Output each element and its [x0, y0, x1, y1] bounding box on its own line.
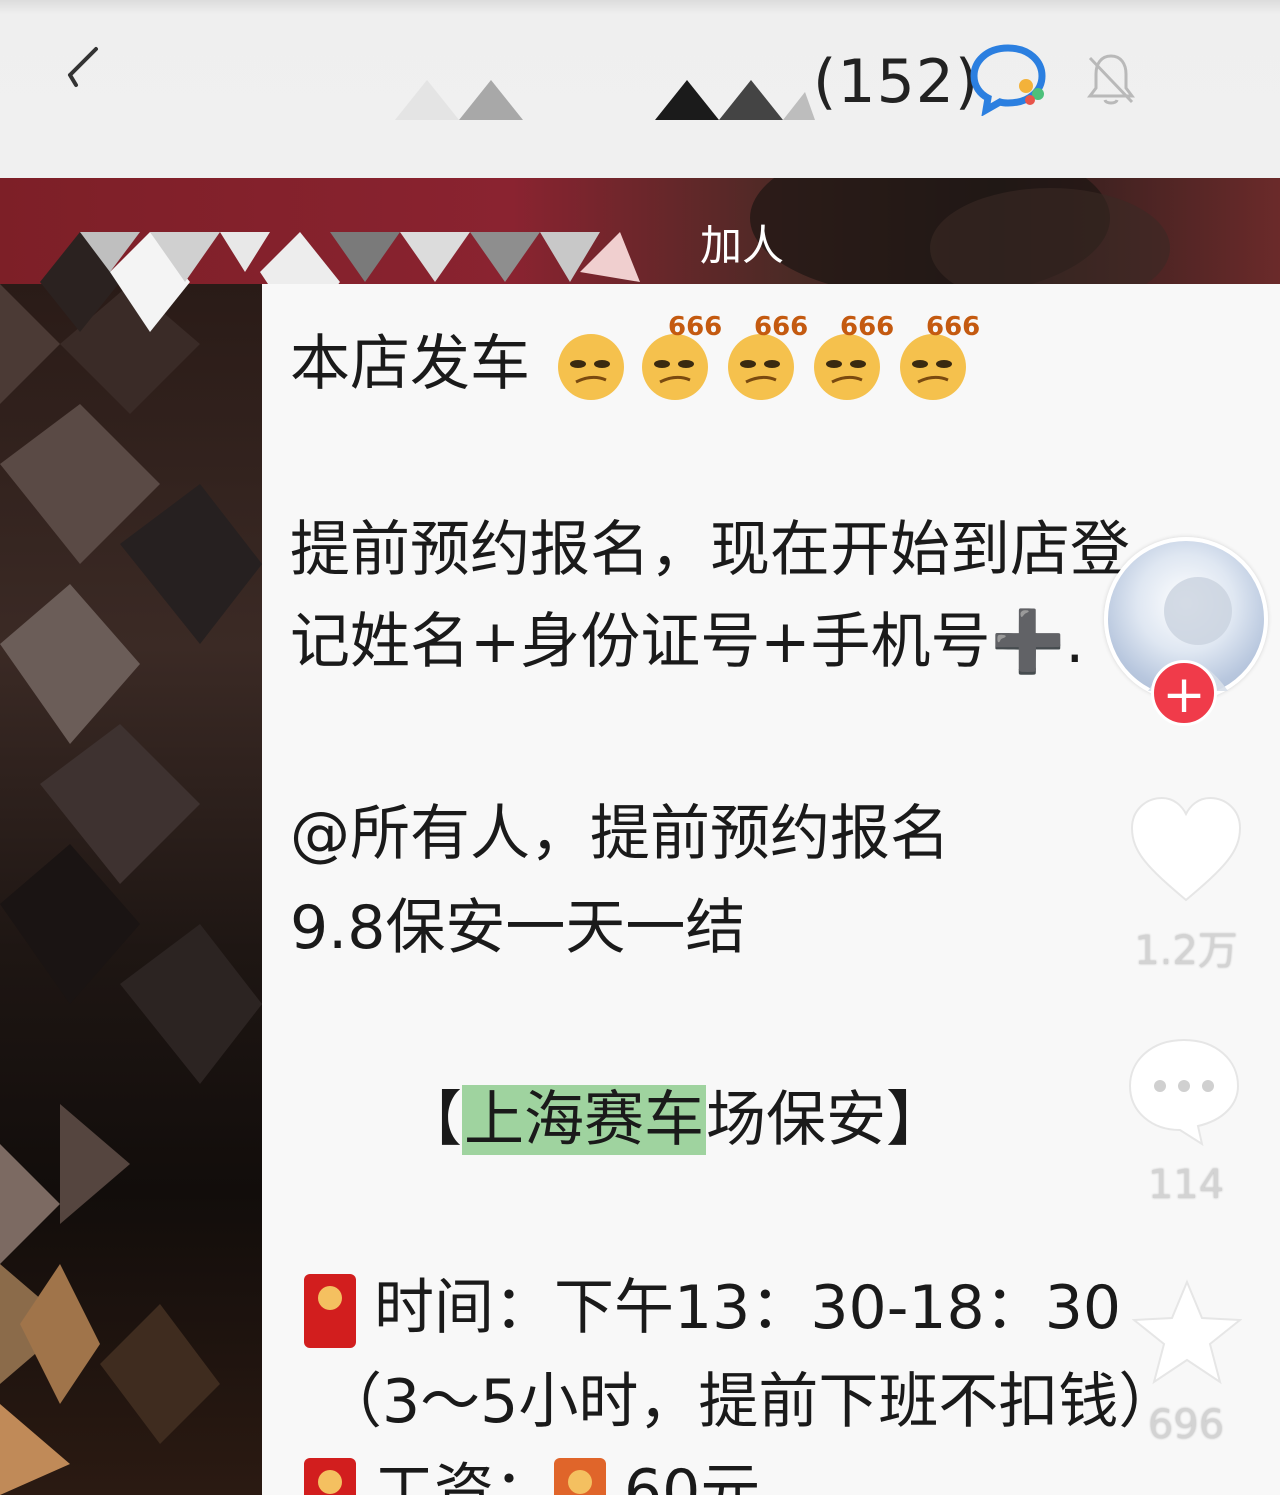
emoji-badge-666: 666 — [926, 312, 981, 342]
job-title-rest: 场保安 — [706, 1085, 886, 1155]
pay-label: 工资： — [374, 1457, 554, 1495]
emoji-badge-666: 666 — [840, 312, 895, 342]
pay-row: 工资： 60元 — [304, 1452, 760, 1495]
follow-button[interactable]: + — [1151, 660, 1217, 726]
member-count: (152) — [813, 47, 980, 117]
job-title-open-bracket: 【 — [402, 1085, 462, 1155]
back-arrow-icon[interactable] — [64, 45, 104, 89]
heart-icon[interactable] — [1128, 796, 1244, 904]
banner-label: 加人 — [700, 221, 785, 270]
post-line-3: 记姓名+身份证号+手机号➕. — [290, 607, 1085, 677]
bell-muted-icon[interactable] — [1082, 50, 1140, 108]
time-note: （3～5小时，提前下班不扣钱） — [322, 1367, 1179, 1437]
job-title-close-bracket: 】 — [886, 1085, 946, 1155]
smirk-emoji-icon — [558, 334, 624, 400]
time-line: 时间：下午13：30-18：30 — [374, 1273, 1122, 1343]
mosaic-pattern — [0, 284, 262, 1495]
post-line-1: 本店发车 — [290, 329, 530, 399]
blurred-photo — [0, 284, 262, 1495]
emoji-badge-666: 666 — [754, 312, 809, 342]
red-packet-icon — [304, 1458, 356, 1495]
pay-amount: 60元 — [624, 1457, 761, 1495]
emoji-badge-666: 666 — [668, 312, 723, 342]
post-line-5: 9.8保安一天一结 — [290, 893, 746, 963]
star-icon[interactable] — [1132, 1278, 1242, 1388]
job-title-highlight: 上海赛车 — [462, 1085, 706, 1155]
comment-icon[interactable] — [1126, 1036, 1242, 1146]
red-packet-icon — [304, 1274, 356, 1349]
post-line-4: @所有人，提前预约报名 — [290, 799, 950, 869]
job-title: 【上海赛车场保安】 — [402, 1080, 946, 1160]
chat-bubble-icon[interactable] — [968, 42, 1054, 116]
red-packet-icon — [554, 1458, 606, 1495]
like-count: 1.2万 — [1134, 928, 1238, 974]
post-line-2: 提前预约报名，现在开始到店登 — [290, 515, 1130, 585]
chat-header: (152) — [0, 0, 1280, 178]
title-mosaic — [395, 80, 815, 120]
comment-count: 114 — [1147, 1162, 1225, 1208]
time-row: 时间：下午13：30-18：30 — [304, 1268, 1122, 1349]
favorite-count: 696 — [1147, 1402, 1225, 1448]
